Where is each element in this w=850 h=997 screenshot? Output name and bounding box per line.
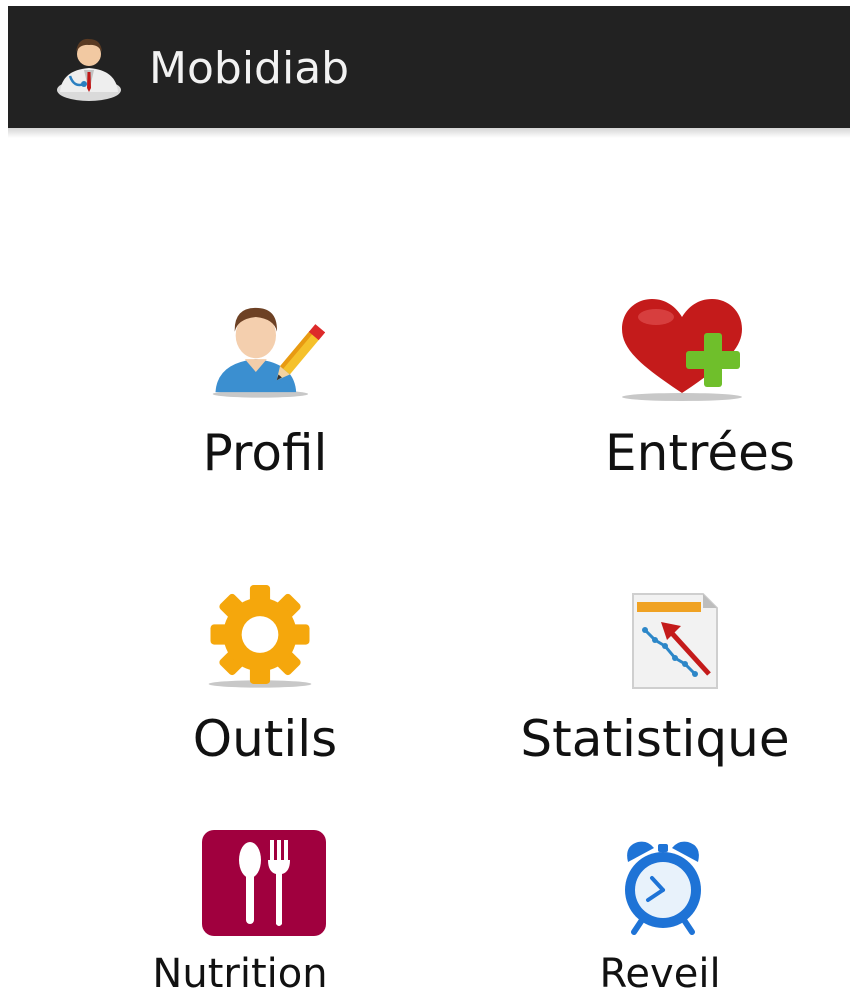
menu-item-entrees[interactable]: Entrées [585,290,815,490]
menu-item-nutrition[interactable]: Nutrition [140,830,340,996]
utensils-icon [202,830,326,936]
menu-item-label: Entrées [605,424,795,482]
menu-item-label: Statistique [520,710,790,768]
user-edit-icon [212,307,325,398]
menu-item-reveil[interactable]: Reveil [570,830,750,996]
doctor-app-icon[interactable] [54,32,124,102]
menu-item-label: Outils [192,710,338,768]
menu-item-label: Profil [202,424,328,482]
app-title: Mobidiab [149,43,350,94]
statistics-chart-icon [632,593,718,689]
menu-item-outils[interactable]: Outils [150,580,380,780]
alarm-clock-icon [625,841,701,935]
menu-item-statistique[interactable]: Statistique [500,580,810,780]
heart-plus-icon [622,299,742,401]
menu-item-label: Reveil [599,951,721,997]
menu-item-profil[interactable]: Profil [160,290,370,490]
menu-item-label: Nutrition [152,951,328,997]
gear-icon [208,585,312,688]
action-bar: Mobidiab [8,6,850,138]
